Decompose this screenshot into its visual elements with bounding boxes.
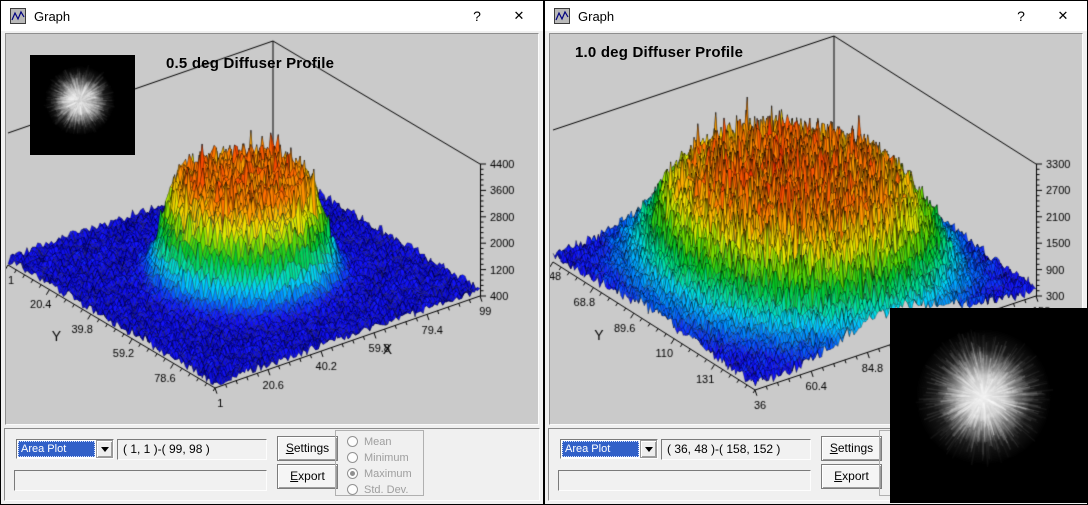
radio-selected-icon xyxy=(347,468,358,479)
radio-icon xyxy=(347,436,358,447)
region-field[interactable]: ( 36, 48 )-( 158, 152 ) xyxy=(661,439,811,460)
combobox-dropdown-button[interactable] xyxy=(96,440,113,458)
region-field[interactable]: ( 1, 1 )-( 99, 98 ) xyxy=(117,439,267,460)
plot-type-combobox[interactable]: Area Plot xyxy=(560,439,658,459)
radio-label: Mean xyxy=(364,436,392,448)
radio-maximum[interactable]: Maximum xyxy=(347,466,423,481)
plot-type-value: Area Plot xyxy=(18,441,95,457)
radio-icon xyxy=(347,484,358,495)
radio-std-dev[interactable]: Std. Dev. xyxy=(347,482,423,497)
export-button[interactable]: Export xyxy=(821,464,882,489)
window-title: Graph xyxy=(578,9,1000,24)
radio-icon xyxy=(347,452,358,463)
plot-type-value: Area Plot xyxy=(562,441,639,457)
radio-mean[interactable]: Mean xyxy=(347,434,423,449)
plot-title: 0.5 deg Diffuser Profile xyxy=(166,55,334,72)
app-icon xyxy=(554,8,570,24)
value-field[interactable] xyxy=(558,470,811,491)
settings-button[interactable]: Settings xyxy=(821,436,882,461)
export-button[interactable]: Export xyxy=(277,464,338,489)
radio-minimum[interactable]: Minimum xyxy=(347,450,423,465)
graph-window-left: Graph ? ✕ 0.5 deg Diffuser Profile Area … xyxy=(0,0,544,505)
speckle-inset-image xyxy=(30,55,135,155)
plot-area: 0.5 deg Diffuser Profile xyxy=(5,33,539,425)
title-bar[interactable]: Graph ? ✕ xyxy=(1,1,543,31)
help-button[interactable]: ? xyxy=(1000,1,1042,31)
help-button[interactable]: ? xyxy=(456,1,498,31)
app-icon xyxy=(10,8,26,24)
graph-window-right: Graph ? ✕ 1.0 deg Diffuser Profile Area … xyxy=(544,0,1088,505)
plot-type-combobox[interactable]: Area Plot xyxy=(16,439,114,459)
value-field[interactable] xyxy=(14,470,267,491)
toolbar: Area Plot ( 1, 1 )-( 99, 98 ) Settings E… xyxy=(4,428,540,501)
chevron-down-icon xyxy=(101,447,109,452)
title-bar[interactable]: Graph ? ✕ xyxy=(545,1,1087,31)
settings-button[interactable]: Settings xyxy=(277,436,338,461)
combobox-dropdown-button[interactable] xyxy=(640,440,657,458)
radio-label: Minimum xyxy=(364,452,409,464)
statistic-radio-group: Mean Minimum Maximum Std. Dev. xyxy=(335,430,424,496)
radio-label: Maximum xyxy=(364,468,412,480)
window-title: Graph xyxy=(34,9,456,24)
radio-label: Std. Dev. xyxy=(364,484,408,496)
speckle-inset-image xyxy=(890,308,1087,503)
close-button[interactable]: ✕ xyxy=(1042,1,1084,31)
plot-title: 1.0 deg Diffuser Profile xyxy=(575,44,743,61)
chevron-down-icon xyxy=(645,447,653,452)
close-button[interactable]: ✕ xyxy=(498,1,540,31)
client-area: 0.5 deg Diffuser Profile Area Plot ( 1, … xyxy=(1,31,543,504)
